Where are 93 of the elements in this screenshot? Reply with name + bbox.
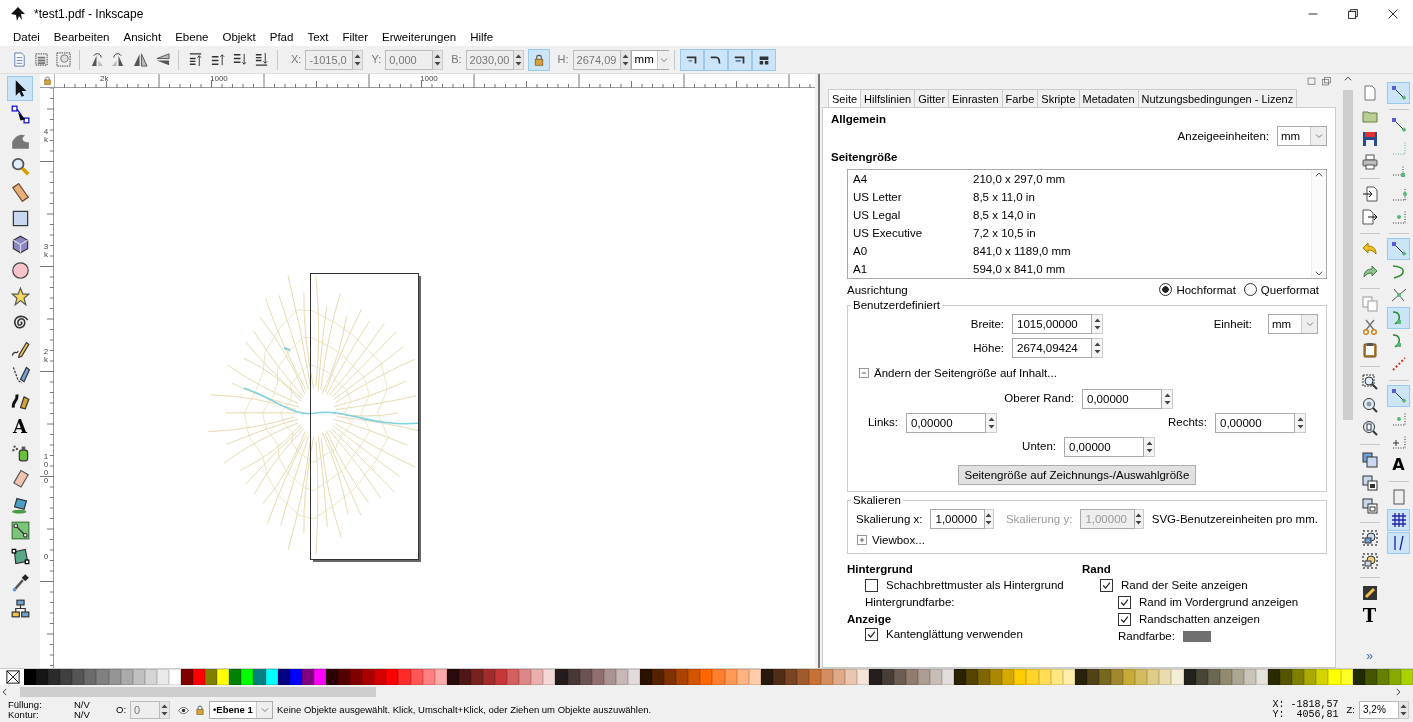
field-label: Breite: <box>969 316 1004 332</box>
list-cell-text: US Letter <box>853 189 903 205</box>
ruler-label: 2k <box>42 348 50 364</box>
field-label: Z: <box>1346 704 1355 716</box>
list-cell-text: A4 <box>853 171 869 187</box>
text-button[interactable]: T <box>1358 605 1381 627</box>
menu-item[interactable]: Erweiterungen <box>375 28 464 46</box>
number-field[interactable]: 0,00000 <box>1215 412 1295 433</box>
list-cell-text: US Executive <box>853 225 924 241</box>
ruler-label: 4k <box>42 128 50 144</box>
number-field[interactable]: 1015,00000 <box>1012 314 1092 335</box>
ruler-label: 2k <box>100 75 109 83</box>
menu-item[interactable]: Ansicht <box>116 28 169 46</box>
field-label: Einheit: <box>1213 316 1252 332</box>
unit-dropdown[interactable]: mm <box>630 49 669 70</box>
expander-label[interactable]: Ändern der Seitengröße auf Inhalt... <box>874 366 1057 381</box>
field-label: Oberer Rand: <box>1003 391 1074 406</box>
menu-item[interactable]: Text <box>300 28 336 46</box>
section-heading: Seitengröße <box>831 150 899 165</box>
cursor-y: Y: 4056,81 <box>1272 710 1339 720</box>
fill-value: N/V <box>74 700 91 710</box>
list-cell-text: 210,0 x 297,0 mm <box>973 171 1066 187</box>
number-field[interactable]: 0,00000 <box>1064 436 1144 457</box>
text-tool[interactable]: A <box>7 414 33 439</box>
menu-item[interactable]: Ebene <box>168 28 216 46</box>
radio-label: Hochformat <box>1176 282 1236 298</box>
field-label: H: <box>557 52 569 67</box>
ruler-label: 0 <box>42 553 50 561</box>
field-label: Unten: <box>1021 439 1056 454</box>
menu-item[interactable]: Filter <box>335 28 376 46</box>
list-cell-text: A0 <box>853 243 869 259</box>
status-message: Keine Objekte ausgewählt. Klick, Umschalt+Klick, oder Ziehen um Objekte auszuwählen. <box>277 704 653 716</box>
menu-item[interactable]: Bearbeiten <box>46 28 117 46</box>
number-field[interactable]: 0,00000 <box>1082 388 1162 409</box>
ruler-label: 1000 <box>210 75 228 83</box>
section-heading: Hintergrund <box>847 562 914 577</box>
unit-text: SVG-Benutzereinheiten pro mm. <box>1151 511 1318 527</box>
field-label: Hintergrundfarbe: <box>865 595 955 610</box>
field-label: Skalierung x: <box>856 511 923 527</box>
opacity-field[interactable]: 0 <box>130 701 161 719</box>
number-field[interactable]: 0,00000 <box>906 412 986 433</box>
snap-text-button[interactable]: A <box>1387 454 1410 476</box>
number-field[interactable]: 1,00000 <box>930 508 985 529</box>
list-cell-text: 7,2 x 10,5 in <box>973 225 1036 241</box>
checkbox-label: Schachbrettmuster als Hintergrund <box>886 577 1064 593</box>
list-cell-text: A1 <box>853 261 869 277</box>
field-label: Kontur: <box>8 710 39 720</box>
layer-dropdown[interactable]: •Ebene 1 <box>209 701 274 719</box>
section-heading: Rand <box>1082 562 1112 577</box>
field-label: Füllung: <box>8 700 43 710</box>
list-cell-text: 8,5 x 11,0 in <box>973 189 1035 205</box>
number-field[interactable]: 2674,09424 <box>1012 338 1092 359</box>
menu-item[interactable]: Objekt <box>215 28 263 46</box>
section-heading: Anzeige <box>847 611 893 626</box>
ruler-label: 3k <box>42 243 50 259</box>
expander-label[interactable]: Viewbox... <box>872 532 925 548</box>
checkbox-label: Rand im Vordergrund anzeigen <box>1139 594 1299 610</box>
stroke-value: N/V <box>74 710 91 720</box>
field-label: Randfarbe: <box>1118 629 1175 644</box>
radio-label: Querformat <box>1260 282 1319 298</box>
field-label: X: <box>291 52 302 67</box>
window-title: *test1.pdf - Inkscape <box>34 6 144 22</box>
field-label: Höhe: <box>972 340 1004 356</box>
checkbox-label: Randschatten anzeigen <box>1139 611 1260 627</box>
field-label: Skalierung y: <box>1005 511 1073 527</box>
tab[interactable]: Seite <box>828 89 862 107</box>
field-label: Rechts: <box>1168 415 1207 430</box>
menu-item[interactable]: Datei <box>6 28 47 46</box>
list-cell-text: US Legal <box>853 207 902 223</box>
unit-dropdown[interactable]: mm <box>1268 314 1318 335</box>
ruler-label: 1000 <box>420 75 438 83</box>
section-heading: Allgemein <box>831 112 887 127</box>
checkbox-label: Rand der Seite anzeigen <box>1121 577 1248 593</box>
list-cell-text: 841,0 x 1189,0 mm <box>973 243 1071 259</box>
list-cell-text: 8,5 x 14,0 in <box>973 207 1036 223</box>
field-label: Ausrichtung <box>847 282 909 298</box>
list-cell-text: 594,0 x 841,0 mm <box>973 261 1066 277</box>
zoom-field[interactable]: 3,2% <box>1359 701 1399 719</box>
overflow-button[interactable]: » <box>1366 649 1373 664</box>
field-label: Y: <box>371 52 382 67</box>
cursor-x: X: -1818,57 <box>1272 700 1339 710</box>
tab[interactable]: Skripte <box>1037 89 1080 107</box>
checkbox-label: Kantenglättung verwenden <box>886 627 1023 642</box>
resize-page-button[interactable]: Seitengröße auf Zeichnungs-/Auswahlgröße <box>958 464 1196 485</box>
field-label: Links: <box>866 415 898 430</box>
menu-item[interactable]: Pfad <box>262 28 301 46</box>
field-label: B: <box>451 52 462 67</box>
ruler-label: 1000 <box>42 453 50 485</box>
field-label: Anzeigeeinheiten: <box>1177 129 1269 144</box>
units-dropdown[interactable]: mm <box>1277 126 1327 147</box>
menu-item[interactable]: Hilfe <box>463 28 501 46</box>
field-label: O: <box>116 704 127 716</box>
tab[interactable]: Nutzungsbedingungen - Lizenz <box>1137 89 1298 107</box>
